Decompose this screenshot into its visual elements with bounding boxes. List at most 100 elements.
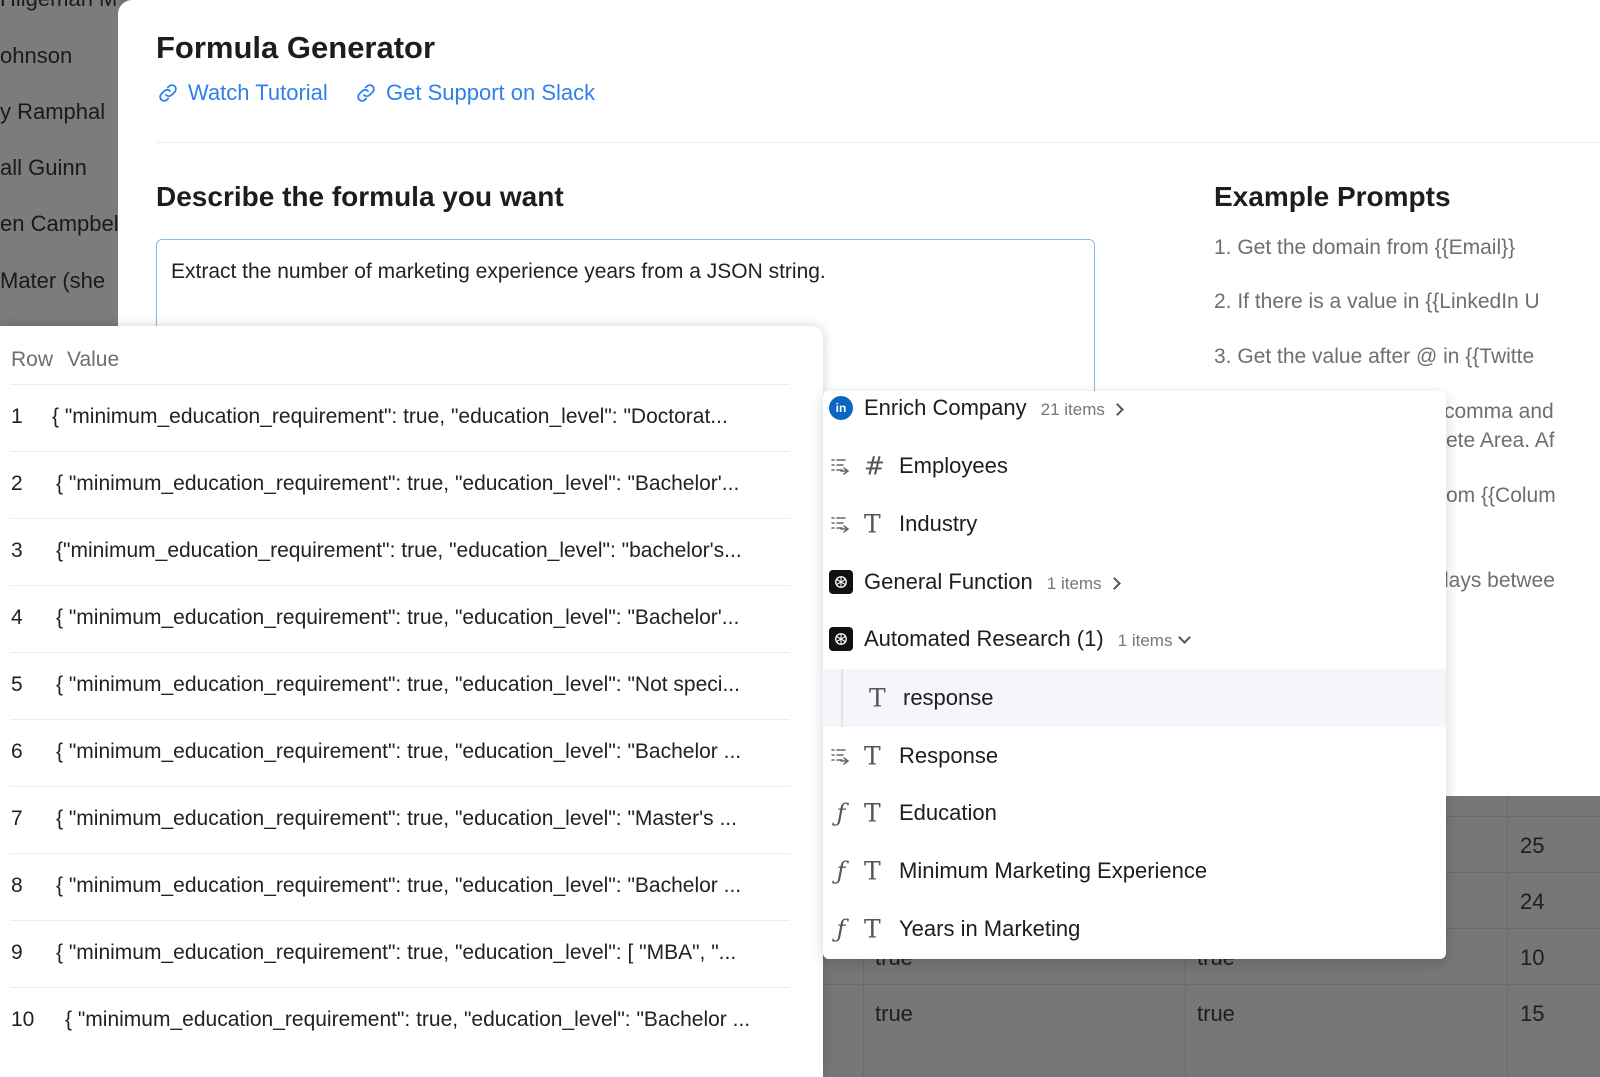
column-minimum-marketing-experience[interactable]: ƒ T Minimum Marketing Experience [823,842,1446,900]
background-name: y Ramphal [0,99,106,124]
example-prompt[interactable]: lays betwee [1444,569,1555,593]
column-label: Education [899,800,997,825]
text-type-icon: T [864,914,881,944]
list-arrow-icon [828,511,854,537]
group-enrich-company[interactable]: in Enrich Company 21 items [823,391,1446,437]
item-count: 1 items [1117,631,1173,650]
row-value: { "minimum_education_requirement": true,… [65,1008,751,1031]
column-education[interactable]: ƒ T Education [823,784,1446,842]
background-table-row: true true 15 [823,984,1600,1040]
chevron-right-icon [1111,402,1124,416]
column-response[interactable]: T Response [823,727,1446,785]
linkedin-icon: in [828,395,854,421]
example-prompt[interactable]: ete Area. Af [1446,429,1555,453]
table-row: 2 { "minimum_education_requirement": tru… [10,451,790,518]
table-row: 5 { "minimum_education_requirement": tru… [10,652,790,719]
group-general-function[interactable]: General Function 1 items [823,553,1446,611]
text-type-icon: T [864,741,881,771]
row-value: { "minimum_education_requirement": true,… [56,472,740,495]
column-label: Minimum Marketing Experience [899,858,1208,883]
row-number: 4 [11,606,23,629]
group-label: Enrich Company 21 items [864,395,1124,421]
value-preview-panel: Row Value 1 { "minimum_education_requirem… [0,326,823,1077]
background-cell: true [1197,1001,1235,1026]
row-column-header: Row [11,348,54,371]
text-type-icon: T [869,683,886,713]
column-label: Years in Marketing [899,916,1081,941]
watch-tutorial-label: Watch Tutorial [188,80,328,105]
column-label: Response [899,743,999,768]
background-cell: 24 [1520,889,1545,914]
openai-icon [828,569,854,595]
column-years-in-marketing[interactable]: ƒ T Years in Marketing [823,900,1446,958]
text-type-icon: T [864,509,881,539]
background-name-column: Hilgeman M ohnson y Ramphal all Guinn en… [0,0,120,340]
table-row: 9 { "minimum_education_requirement": tru… [10,920,790,987]
table-row: 4 { "minimum_education_requirement": tru… [10,585,790,652]
example-prompts-heading: Example Prompts [1214,181,1451,212]
background-name: Hilgeman M [0,0,117,12]
function-icon: ƒ [836,857,846,885]
function-icon: ƒ [836,799,846,827]
table-row: 3 {"minimum_education_requirement": true… [10,518,790,585]
row-value: { "minimum_education_requirement": true,… [56,740,742,763]
row-value: { "minimum_education_requirement": true,… [56,807,737,830]
row-value: { "minimum_education_requirement": true,… [56,673,740,696]
slack-support-link[interactable]: Get Support on Slack [354,80,595,106]
column-employees[interactable]: # Employees [823,437,1446,495]
background-cell: true [875,1001,913,1026]
openai-icon [828,626,854,652]
describe-heading: Describe the formula you want [156,181,564,212]
row-value: { "minimum_education_requirement": true,… [56,606,740,629]
chevron-down-icon [1178,630,1192,644]
example-prompt[interactable]: om {{Colum [1446,484,1556,508]
function-icon: ƒ [836,915,846,943]
slack-support-label: Get Support on Slack [386,80,596,105]
background-name: en Campbel [0,211,119,236]
background-name: all Guinn [0,155,87,180]
row-value: {"minimum_education_requirement": true, … [56,539,742,562]
background-cell: 15 [1520,1001,1545,1026]
example-prompt[interactable]: 2. If there is a value in {{LinkedIn U [1214,290,1540,314]
header-divider [156,142,1600,143]
item-count: 1 items [1046,574,1102,593]
column-industry[interactable]: T Industry [823,495,1446,553]
column-label: response [903,685,994,710]
row-number: 6 [11,740,23,763]
example-prompt[interactable]: comma and [1444,400,1554,424]
row-number: 7 [11,807,23,830]
group-automated-research[interactable]: Automated Research (1) 1 items [823,610,1446,668]
column-response-nested[interactable]: T response [823,669,1446,727]
column-label: Industry [899,511,978,536]
table-row: 10 { "minimum_education_requirement": tr… [10,987,790,1054]
text-type-icon: T [864,856,881,886]
example-prompt[interactable]: 1. Get the domain from {{Email}} [1214,236,1515,260]
row-number: 8 [11,874,23,897]
group-label: General Function 1 items [864,569,1121,595]
row-number: 2 [11,472,23,495]
row-value: { "minimum_education_requirement": true,… [56,874,742,897]
table-row: 7 { "minimum_education_requirement": tru… [10,786,790,853]
row-value: { "minimum_education_requirement": true,… [56,941,737,964]
row-number: 5 [11,673,23,696]
list-arrow-icon [828,743,854,769]
table-row: 1 { "minimum_education_requirement": tru… [10,384,790,451]
indent-guide [841,669,843,727]
row-value: { "minimum_education_requirement": true,… [52,405,728,428]
chevron-right-icon [1107,576,1121,590]
item-count: 21 items [1040,400,1105,419]
row-number: 3 [11,539,23,562]
background-cell: 25 [1520,833,1545,858]
link-icon [159,84,177,102]
background-name: ohnson [0,43,73,68]
text-type-icon: T [864,798,881,828]
column-label: Employees [899,453,1008,478]
list-arrow-icon [828,453,854,479]
watch-tutorial-link[interactable]: Watch Tutorial [156,80,328,106]
preview-header: Row Value [11,348,119,372]
column-picker-dropdown: in Enrich Company 21 items # Employees T … [823,391,1446,959]
link-icon [357,84,375,102]
number-type-icon: # [864,451,885,481]
example-prompt[interactable]: 3. Get the value after @ in {{Twitte [1214,345,1534,369]
page-title: Formula Generator [156,30,436,65]
